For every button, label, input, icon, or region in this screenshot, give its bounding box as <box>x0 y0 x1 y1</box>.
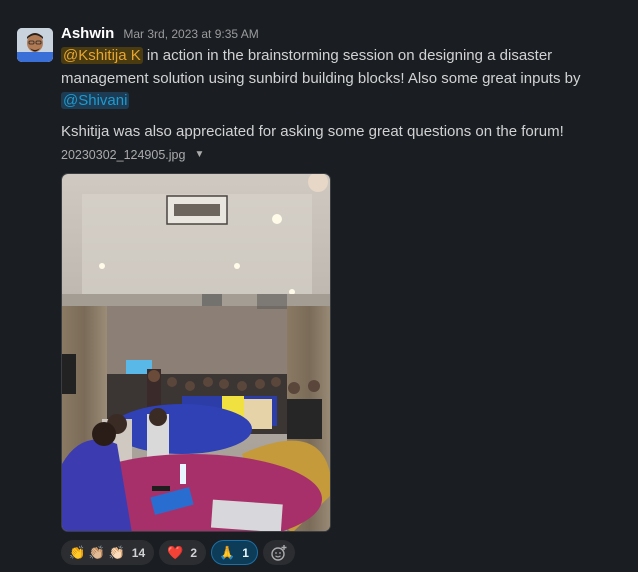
message-header: Ashwin Mar 3rd, 2023 at 9:35 AM <box>61 25 621 45</box>
author-name[interactable]: Ashwin <box>61 25 114 42</box>
avatar-image <box>17 28 53 62</box>
attached-photo[interactable] <box>61 173 331 532</box>
reaction-pray[interactable]: 🙏 1 <box>211 540 258 565</box>
message-text-2: Kshitija was also appreciated for asking… <box>61 122 564 140</box>
file-attachment-header: 20230302_124905.jpg ▼ <box>61 145 621 165</box>
message-body: @Kshitija K in action in the brainstormi… <box>61 45 581 113</box>
chevron-down-icon[interactable]: ▼ <box>194 149 204 160</box>
reaction-heart[interactable]: ❤️ 2 <box>159 540 207 565</box>
mention-shivani[interactable]: @Shivani <box>61 92 130 109</box>
message-content: Ashwin Mar 3rd, 2023 at 9:35 AM @Kshitij… <box>61 25 621 165</box>
add-reaction-button[interactable] <box>262 540 295 565</box>
reaction-count: 2 <box>190 545 198 560</box>
photo-image <box>62 174 330 531</box>
reactions-bar: 👏 👏🏼 👏🏻 14 ❤️ 2 🙏 1 <box>61 540 295 565</box>
avatar[interactable] <box>17 28 53 62</box>
reaction-clap[interactable]: 👏 👏🏼 👏🏻 14 <box>61 540 155 565</box>
mention-kshitija[interactable]: @Kshitija K <box>61 47 143 64</box>
message: Ashwin Mar 3rd, 2023 at 9:35 AM @Kshitij… <box>0 0 638 572</box>
heart-emoji-icon: ❤️ <box>167 544 184 560</box>
reaction-count: 1 <box>242 545 249 560</box>
add-emoji-icon <box>271 544 287 561</box>
file-name[interactable]: 20230302_124905.jpg <box>61 148 185 162</box>
clap-emoji-icon: 👏 👏🏼 👏🏻 <box>69 544 125 560</box>
pray-emoji-icon: 🙏 <box>219 544 236 560</box>
reaction-count: 14 <box>131 545 146 560</box>
timestamp[interactable]: Mar 3rd, 2023 at 9:35 AM <box>123 27 258 41</box>
